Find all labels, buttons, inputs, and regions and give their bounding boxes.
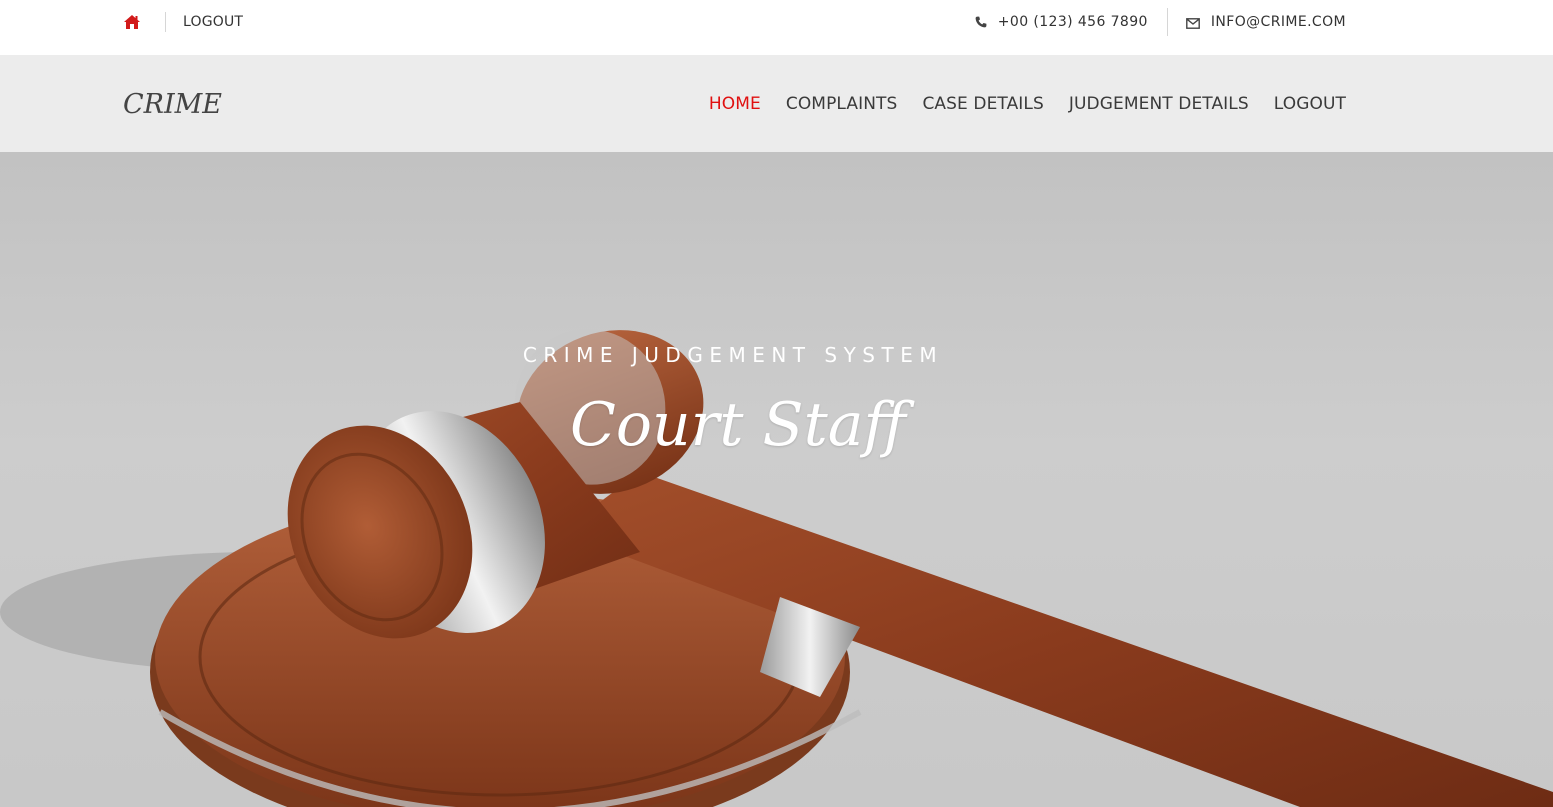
gavel-image — [0, 329, 1553, 807]
nav-item-case-details[interactable]: CASE DETAILS — [922, 94, 1043, 114]
nav-item-judgement-details[interactable]: JUDGEMENT DETAILS — [1069, 94, 1249, 114]
phone-number: +00 (123) 456 7890 — [997, 14, 1148, 30]
main-nav: HOME COMPLAINTS CASE DETAILS JUDGEMENT D… — [709, 55, 1346, 152]
hero-title: Court Staff — [569, 390, 907, 460]
nav-item-logout[interactable]: LOGOUT — [1274, 94, 1346, 114]
main-navbar: CRIME HOME COMPLAINTS CASE DETAILS JUDGE… — [0, 55, 1553, 152]
top-logout-link[interactable]: LOGOUT — [183, 14, 243, 30]
divider — [165, 12, 166, 32]
divider — [1166, 8, 1168, 36]
email-address[interactable]: INFO@CRIME.COM — [1211, 14, 1346, 30]
nav-item-home[interactable]: HOME — [709, 94, 761, 114]
phone-contact: +00 (123) 456 7890 — [975, 14, 1148, 30]
email-contact: INFO@CRIME.COM — [1185, 14, 1346, 30]
home-icon[interactable] — [123, 14, 141, 30]
top-bar: LOGOUT +00 (123) 456 7890 INFO@CRIME.COM — [0, 0, 1553, 55]
hero-banner: CRIME JUDGEMENT SYSTEM Court Staff — [0, 152, 1553, 807]
phone-icon — [975, 16, 987, 28]
top-bar-contact: +00 (123) 456 7890 INFO@CRIME.COM — [975, 0, 1346, 44]
brand-logo[interactable]: CRIME — [123, 89, 222, 120]
top-bar-left: LOGOUT — [123, 0, 243, 44]
hero-subtitle: CRIME JUDGEMENT SYSTEM — [522, 343, 944, 367]
envelope-icon — [1185, 17, 1200, 29]
nav-item-complaints[interactable]: COMPLAINTS — [786, 94, 898, 114]
